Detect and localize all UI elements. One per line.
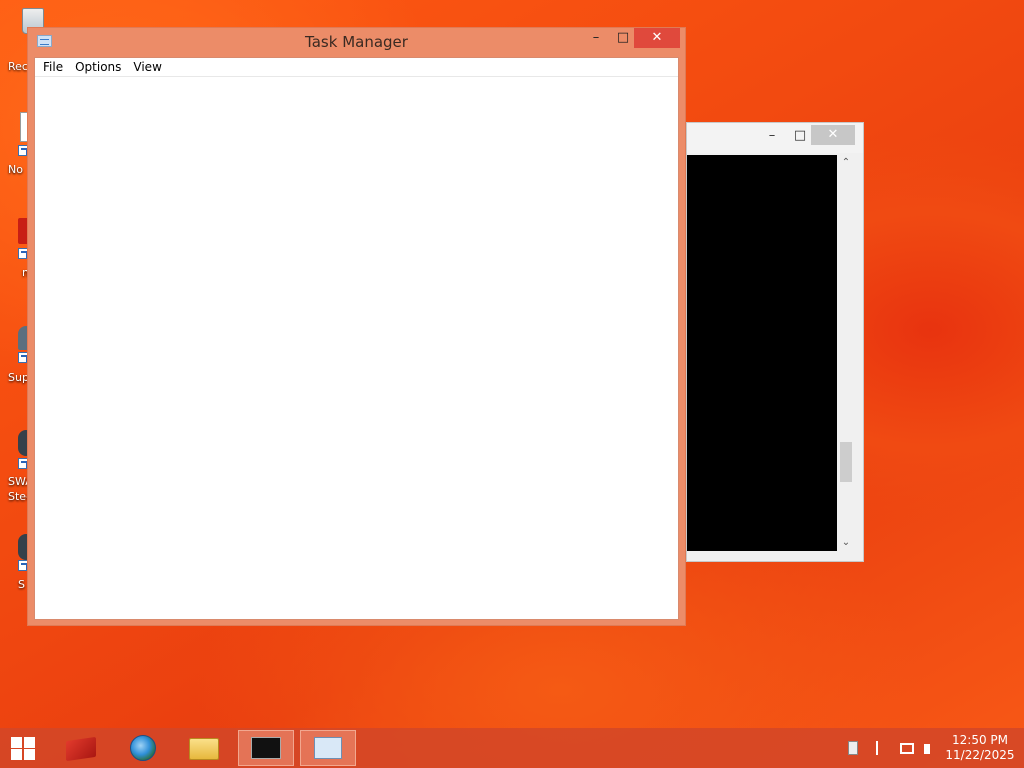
console-output-area[interactable] (687, 155, 837, 551)
clock-time: 12:50 PM (952, 733, 1008, 747)
task-manager-window[interactable]: Task Manager – □ ✕ File Options View (27, 27, 686, 626)
red-app-icon (66, 736, 96, 762)
volume-muted-icon[interactable] (924, 744, 930, 754)
scroll-up-icon[interactable]: ⌃ (838, 155, 854, 171)
desktop-icon-label: No (8, 163, 23, 176)
menu-bar: File Options View (35, 58, 678, 77)
scrollbar-thumb[interactable] (840, 442, 852, 482)
console-scrollbar[interactable]: ⌃ ⌄ (838, 155, 854, 551)
menu-file[interactable]: File (37, 58, 69, 76)
flag-icon[interactable] (876, 741, 892, 755)
folder-icon (189, 738, 219, 760)
windows-logo-icon (11, 737, 37, 761)
start-button[interactable] (4, 732, 44, 764)
cmd-icon (251, 737, 281, 759)
console-close-button[interactable]: ✕ (811, 125, 855, 145)
taskbar-file-explorer[interactable] (176, 730, 232, 766)
clock[interactable]: 12:50 PM 11/22/2025 (940, 733, 1020, 763)
desktop-icon-label: Rec (8, 60, 28, 73)
taskbar-browser[interactable] (114, 730, 170, 766)
browser-icon (130, 735, 156, 761)
console-titlebar[interactable]: – □ ✕ (687, 123, 863, 153)
menu-options[interactable]: Options (69, 58, 127, 76)
console-window[interactable]: – □ ✕ ⌃ ⌄ (686, 122, 864, 562)
clock-date: 11/22/2025 (945, 748, 1015, 762)
taskbar-task-manager[interactable] (300, 730, 356, 766)
taskbar-app-red[interactable] (54, 730, 110, 766)
taskbar-command-prompt[interactable] (238, 730, 294, 766)
notification-icon[interactable] (848, 741, 858, 755)
task-manager-icon (314, 737, 342, 759)
task-manager-content: File Options View (34, 57, 679, 620)
network-icon[interactable] (900, 743, 914, 754)
minimize-button[interactable]: – (583, 28, 609, 48)
console-minimize-button[interactable]: – (759, 127, 785, 145)
menu-view[interactable]: View (127, 58, 167, 76)
maximize-button[interactable]: □ (610, 28, 636, 48)
scroll-down-icon[interactable]: ⌄ (838, 535, 854, 551)
close-button[interactable]: ✕ (634, 28, 680, 48)
taskbar: 12:50 PM 11/22/2025 (0, 728, 1024, 768)
desktop-icon-label: S (18, 578, 25, 591)
console-maximize-button[interactable]: □ (787, 127, 813, 145)
desktop-icon-label: Sup (8, 371, 29, 384)
